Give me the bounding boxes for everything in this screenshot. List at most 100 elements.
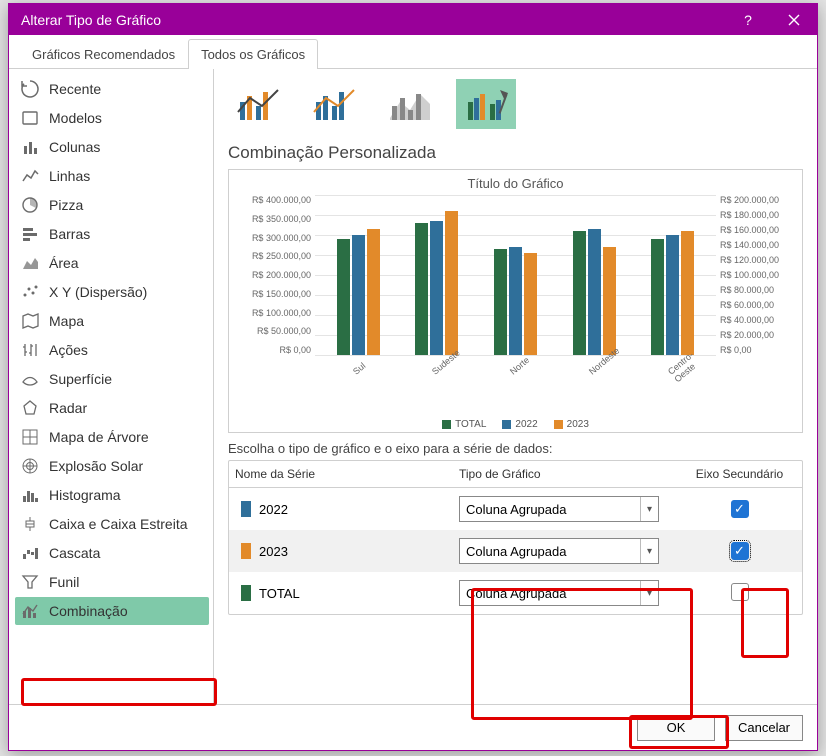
stock-icon bbox=[21, 341, 39, 359]
sidebar-item-map[interactable]: Mapa bbox=[15, 307, 209, 335]
box-icon bbox=[21, 515, 39, 533]
secondary-axis-checkbox[interactable]: ✓ bbox=[731, 542, 749, 560]
header-secondary-axis: Eixo Secundário bbox=[677, 461, 802, 487]
chart-title: Título do Gráfico bbox=[237, 176, 794, 191]
subtype-thumbnails bbox=[228, 79, 803, 129]
series-row: TOTAL Coluna Agrupada ▾ bbox=[229, 572, 802, 614]
sidebar-item-treemap[interactable]: Mapa de Árvore bbox=[15, 423, 209, 451]
series-name: 2022 bbox=[259, 502, 288, 517]
header-chart-type: Tipo de Gráfico bbox=[453, 461, 677, 487]
sidebar-item-scatter[interactable]: X Y (Dispersão) bbox=[15, 278, 209, 306]
series-name: 2023 bbox=[259, 544, 288, 559]
histogram-icon bbox=[21, 486, 39, 504]
series-color-swatch bbox=[241, 543, 251, 559]
combo-icon bbox=[21, 602, 39, 620]
sidebar-item-label: Barras bbox=[49, 224, 90, 244]
tab-strip: Gráficos Recomendados Todos os Gráficos bbox=[9, 35, 817, 69]
series-table-header: Nome da Série Tipo de Gráfico Eixo Secun… bbox=[229, 461, 802, 488]
sidebar-item-label: Histograma bbox=[49, 485, 121, 505]
series-row: 2022 Coluna Agrupada ▾ ✓ bbox=[229, 488, 802, 530]
scatter-icon bbox=[21, 283, 39, 301]
sidebar-item-label: Linhas bbox=[49, 166, 90, 186]
combo-subtype-3[interactable] bbox=[456, 79, 516, 129]
series-row: 2023 Coluna Agrupada ▾ ✓ bbox=[229, 530, 802, 572]
series-color-swatch bbox=[241, 501, 251, 517]
window-title: Alterar Tipo de Gráfico bbox=[21, 12, 161, 28]
series-chart-type-value: Coluna Agrupada bbox=[466, 502, 566, 517]
pie-icon bbox=[21, 196, 39, 214]
series-chart-type-value: Coluna Agrupada bbox=[466, 586, 566, 601]
sidebar-item-recent[interactable]: Recente bbox=[15, 75, 209, 103]
chart-legend: TOTAL20222023 bbox=[237, 419, 794, 430]
sidebar-item-bar[interactable]: Barras bbox=[15, 220, 209, 248]
chevron-down-icon: ▾ bbox=[640, 539, 652, 563]
waterfall-icon bbox=[21, 544, 39, 562]
series-chart-type-select[interactable]: Coluna Agrupada ▾ bbox=[459, 538, 659, 564]
combo-subtype-1[interactable] bbox=[304, 79, 364, 129]
sidebar-item-label: Caixa e Caixa Estreita bbox=[49, 514, 188, 534]
sidebar-item-funnel[interactable]: Funil bbox=[15, 568, 209, 596]
sidebar-item-histogram[interactable]: Histograma bbox=[15, 481, 209, 509]
sidebar-item-combo[interactable]: Combinação bbox=[15, 597, 209, 625]
series-name: TOTAL bbox=[259, 586, 300, 601]
template-icon bbox=[21, 109, 39, 127]
chevron-down-icon: ▾ bbox=[640, 497, 652, 521]
line-icon bbox=[21, 167, 39, 185]
series-chart-type-select[interactable]: Coluna Agrupada ▾ bbox=[459, 580, 659, 606]
sidebar-item-area[interactable]: Área bbox=[15, 249, 209, 277]
ok-button[interactable]: OK bbox=[637, 715, 715, 741]
chart-preview[interactable]: Título do Gráfico R$ 400.000,00R$ 350.00… bbox=[228, 169, 803, 433]
combo-subtype-2[interactable] bbox=[380, 79, 440, 129]
sidebar-item-column[interactable]: Colunas bbox=[15, 133, 209, 161]
series-color-swatch bbox=[241, 585, 251, 601]
sidebar-item-sunburst[interactable]: Explosão Solar bbox=[15, 452, 209, 480]
chart-plot-area bbox=[315, 195, 716, 355]
close-button[interactable] bbox=[771, 4, 817, 35]
y-axis-secondary: R$ 200.000,00R$ 180.000,00R$ 160.000,00R… bbox=[716, 195, 794, 355]
sidebar-item-label: X Y (Dispersão) bbox=[49, 282, 147, 302]
tab-all-charts[interactable]: Todos os Gráficos bbox=[188, 39, 318, 69]
series-prompt: Escolha o tipo de gráfico e o eixo para … bbox=[228, 441, 803, 456]
sunburst-icon bbox=[21, 457, 39, 475]
sidebar-item-label: Superfície bbox=[49, 369, 112, 389]
sidebar-item-pie[interactable]: Pizza bbox=[15, 191, 209, 219]
secondary-axis-checkbox[interactable]: ✓ bbox=[731, 500, 749, 518]
sidebar-item-label: Área bbox=[49, 253, 79, 273]
sidebar-item-label: Recente bbox=[49, 79, 101, 99]
area-icon bbox=[21, 254, 39, 272]
sidebar-item-label: Colunas bbox=[49, 137, 100, 157]
sidebar-item-box[interactable]: Caixa e Caixa Estreita bbox=[15, 510, 209, 538]
sidebar-item-radar[interactable]: Radar bbox=[15, 394, 209, 422]
help-button[interactable]: ? bbox=[725, 4, 771, 35]
map-icon bbox=[21, 312, 39, 330]
cancel-button[interactable]: Cancelar bbox=[725, 715, 803, 741]
sidebar-item-stock[interactable]: Ações bbox=[15, 336, 209, 364]
column-icon bbox=[21, 138, 39, 156]
surface-icon bbox=[21, 370, 39, 388]
series-chart-type-select[interactable]: Coluna Agrupada ▾ bbox=[459, 496, 659, 522]
bar-icon bbox=[21, 225, 39, 243]
secondary-axis-checkbox[interactable] bbox=[731, 583, 749, 601]
sidebar-item-waterfall[interactable]: Cascata bbox=[15, 539, 209, 567]
change-chart-type-dialog: Alterar Tipo de Gráfico ? Gráficos Recom… bbox=[8, 3, 818, 751]
sidebar-item-label: Ações bbox=[49, 340, 88, 360]
treemap-icon bbox=[21, 428, 39, 446]
x-axis-labels: SulSudesteNorteNordesteCentro-Oeste bbox=[315, 355, 716, 391]
sidebar-item-label: Cascata bbox=[49, 543, 100, 563]
sidebar-item-template[interactable]: Modelos bbox=[15, 104, 209, 132]
series-chart-type-value: Coluna Agrupada bbox=[466, 544, 566, 559]
chart-type-sidebar: Recente Modelos Colunas Linhas Pizza Barras Ár… bbox=[9, 69, 214, 704]
sidebar-item-label: Pizza bbox=[49, 195, 83, 215]
tab-recommended[interactable]: Gráficos Recomendados bbox=[19, 39, 188, 69]
sidebar-item-label: Mapa bbox=[49, 311, 84, 331]
y-axis-primary: R$ 400.000,00R$ 350.000,00R$ 300.000,00R… bbox=[237, 195, 315, 355]
funnel-icon bbox=[21, 573, 39, 591]
chevron-down-icon: ▾ bbox=[640, 581, 652, 605]
sidebar-item-line[interactable]: Linhas bbox=[15, 162, 209, 190]
sidebar-item-label: Radar bbox=[49, 398, 87, 418]
subtype-title: Combinação Personalizada bbox=[228, 143, 803, 163]
combo-subtype-0[interactable] bbox=[228, 79, 288, 129]
sidebar-item-surface[interactable]: Superfície bbox=[15, 365, 209, 393]
titlebar: Alterar Tipo de Gráfico ? bbox=[9, 4, 817, 35]
sidebar-item-label: Funil bbox=[49, 572, 79, 592]
